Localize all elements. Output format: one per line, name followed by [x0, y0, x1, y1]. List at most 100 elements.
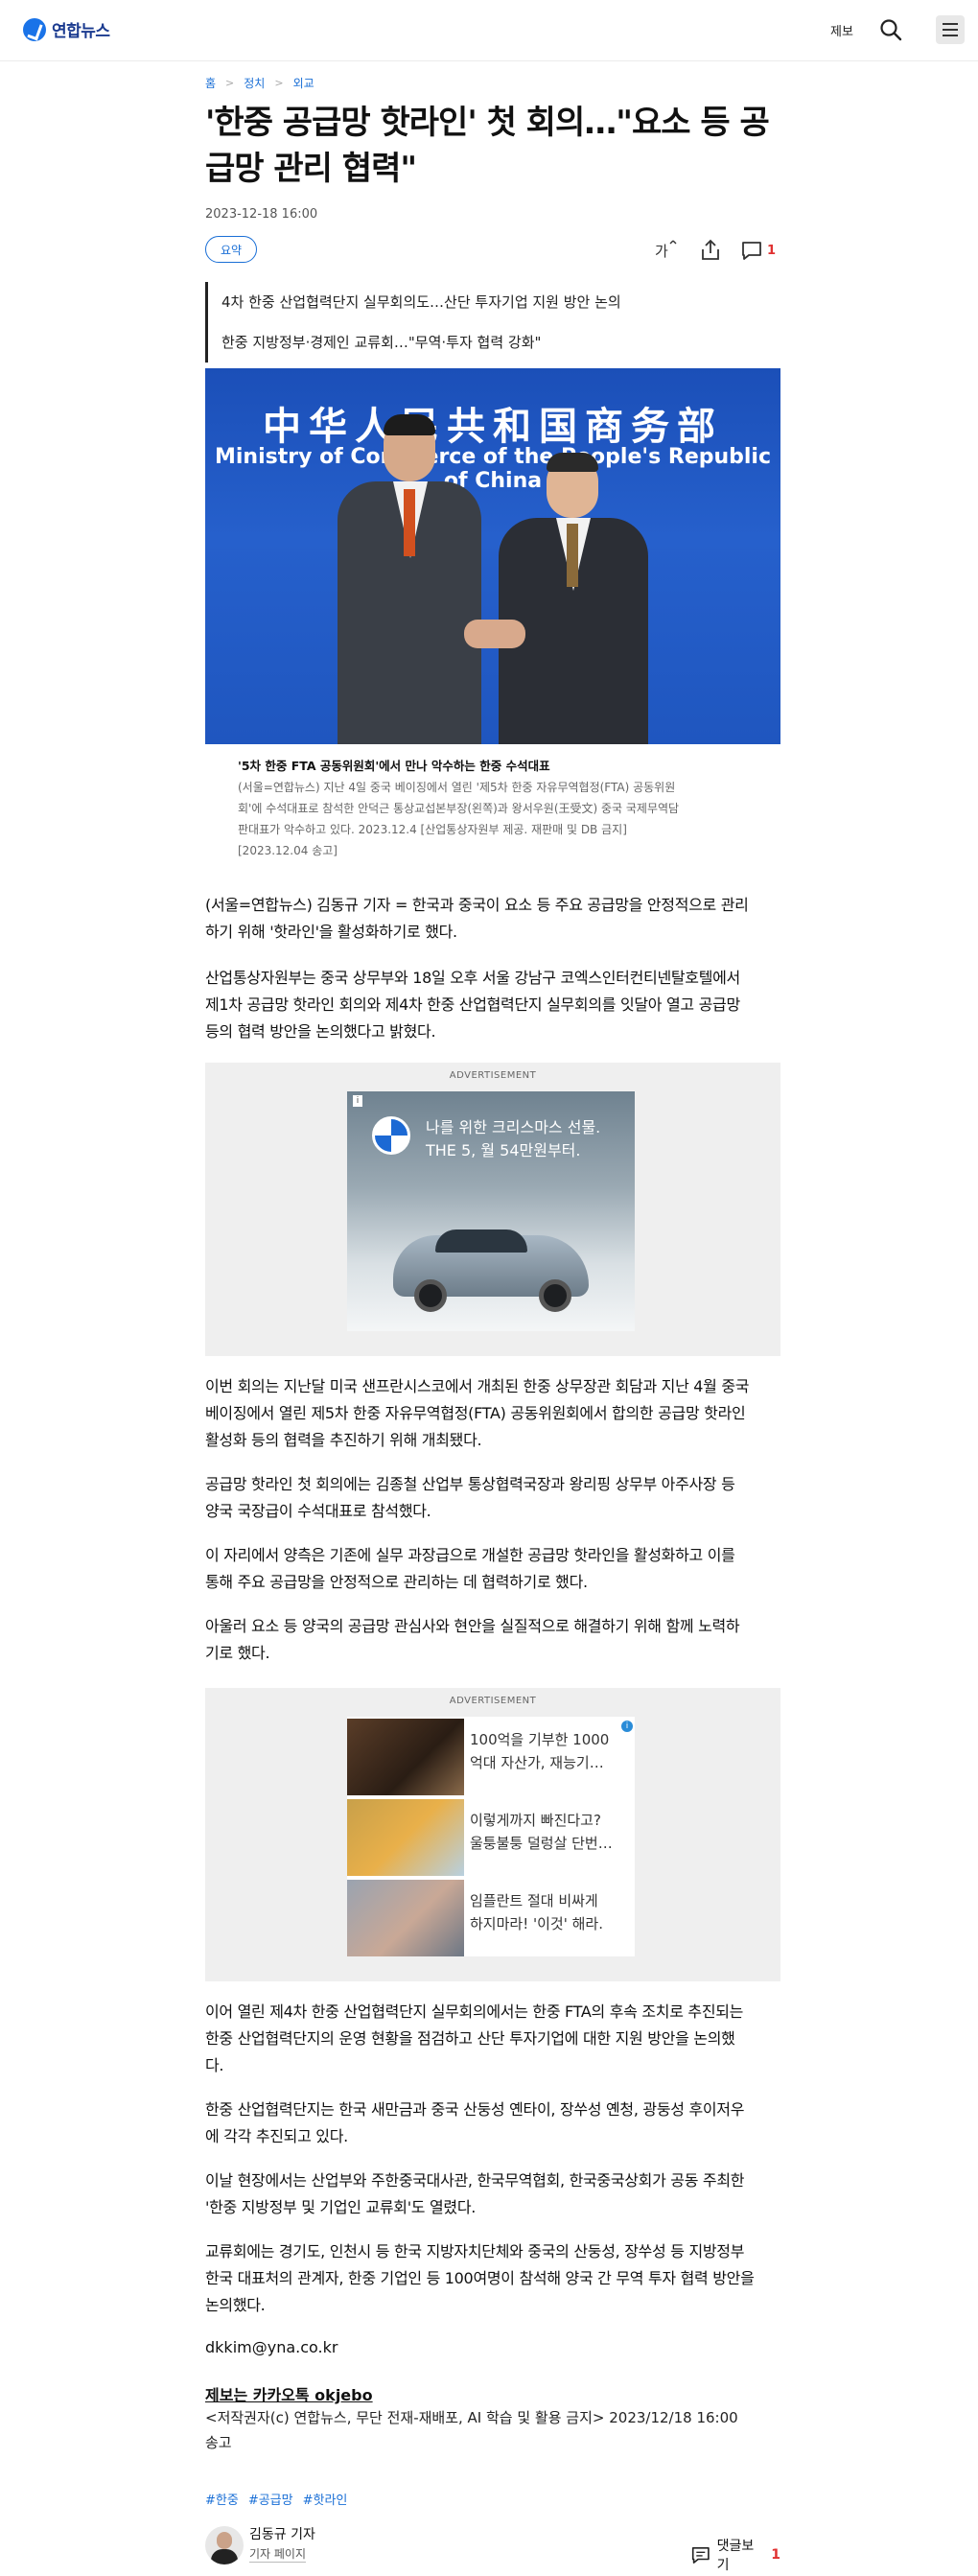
chevron-right-icon: > — [274, 77, 284, 89]
copyright-notice: <저작권자(c) 연합뉴스, 무단 전재-재배포, AI 학습 및 활용 금지>… — [205, 2405, 780, 2455]
tie — [404, 489, 415, 556]
subhead: 한중 지방정부·경제인 교류회…"무역·투자 협력 강화" — [221, 334, 542, 351]
native-ad-item[interactable]: 이렇게까지 빠진다고? 울퉁불퉁 덜렁살 단번… — [347, 1797, 635, 1876]
ad-label: ADVERTISEMENT — [449, 1696, 537, 1706]
paragraph-line: 산업통상자원부는 중국 상무부와 18일 오후 서울 강남구 코엑스인터컨티넨탈… — [205, 969, 740, 987]
paragraph-line: 제1차 공급망 핫라인 회의와 제4차 한중 산업협력단지 실무회의를 잇달아 … — [205, 995, 740, 1014]
paragraph-line: 한중 산업협력단지의 운영 현황을 점검하고 산단 투자기업에 대한 지원 방안… — [205, 2029, 735, 2048]
article-paragraph: 이어 열린 제4차 한중 산업협력단지 실무회의에서는 한중 FTA의 후속 조… — [205, 1999, 780, 2079]
photo-banner-english: Ministry of Commerce of the People's Rep… — [214, 445, 772, 493]
ad-subline: THE 5, 월 54만원부터. — [426, 1141, 581, 1159]
paragraph-line: 이 자리에서 양측은 기존에 실무 과장급으로 개설한 공급망 핫라인을 활성화… — [205, 1546, 735, 1564]
reporter-page-link[interactable]: 기자 페이지 — [249, 2545, 307, 2563]
reporter-avatar[interactable] — [205, 2526, 244, 2564]
kakao-tip-link[interactable]: 제보는 카카오톡 okjebo — [205, 2382, 780, 2405]
car-wheel — [414, 1279, 447, 1312]
article-title-line: '한중 공급망 핫라인' 첫 회의…"요소 등 공 — [205, 104, 770, 142]
ad-text-line: 억대 자산가, 재능기… — [470, 1754, 604, 1771]
reporter-card: 김동규 기자 기자 페이지 댓글보기 1 — [205, 2522, 780, 2574]
caption-line: 판대표가 악수하고 있다. 2023.12.4 [산업통상자원부 제공. 재판매… — [238, 823, 627, 836]
comment-button[interactable]: 1 — [740, 238, 782, 263]
article-title-line: 급망 관리 협력" — [205, 150, 417, 188]
article-paragraph: 이 자리에서 양측은 기존에 실무 과장급으로 개설한 공급망 핫라인을 활성화… — [205, 1542, 780, 1596]
site-header: 연합뉴스 제보 — [0, 0, 978, 61]
logo-text: 연합뉴스 — [52, 22, 110, 41]
article-paragraph: (서울=연합뉴스) 김동규 기자 = 한국과 중국이 요소 등 주요 공급망을 … — [205, 892, 780, 946]
ad-info-icon[interactable]: i — [353, 1095, 362, 1107]
ad-text-line: 울퉁불퉁 덜렁살 단번… — [470, 1835, 613, 1852]
breadcrumb-politics[interactable]: 정치 — [244, 75, 265, 91]
paragraph-line: 이번 회의는 지난달 미국 샌프란시스코에서 개최된 한중 상무장관 회담과 지… — [205, 1377, 750, 1395]
paragraph-line: 논의했다. — [205, 2296, 266, 2314]
article-subheads: 4차 한중 산업협력단지 실무회의도…산단 투자기업 지원 방안 논의 한중 지… — [205, 282, 780, 363]
photo-banner-chinese: 中华人民共和国商务部 — [263, 405, 723, 449]
article-photo[interactable]: 中华人民共和国商务部 Ministry of Commerce of the P… — [205, 368, 780, 744]
tag[interactable]: #한중 — [205, 2490, 239, 2508]
caption-line: [2023.12.04 송고] — [238, 844, 338, 857]
ad-text-line: 임플란트 절대 비싸게 — [470, 1892, 598, 1909]
photo-caption: '5차 한중 FTA 공동위원회'에서 만나 악수하는 한중 수석대표 (서울=… — [238, 756, 750, 861]
hair — [384, 414, 435, 435]
breadcrumb-diplomacy[interactable]: 외교 — [293, 75, 314, 91]
copyright-line: 송고 — [205, 2434, 232, 2451]
caption-line: (서울=연합뉴스) 지난 4일 중국 베이징에서 열린 '제5차 한중 자유무역… — [238, 781, 676, 794]
site-logo[interactable]: 연합뉴스 — [23, 17, 110, 41]
breadcrumb-home[interactable]: 홈 — [205, 75, 216, 91]
tag[interactable]: #핫라인 — [303, 2490, 348, 2508]
native-ad-item[interactable]: 100억을 기부한 1000 억대 자산가, 재능기… — [347, 1717, 635, 1795]
article-date: 2023-12-18 16:00 — [205, 207, 318, 222]
article-paragraph: 산업통상자원부는 중국 상무부와 18일 오후 서울 강남구 코엑스인터컨티넨탈… — [205, 965, 780, 1045]
paragraph-line: 교류회에는 경기도, 인천시 등 한국 지방자치단체와 중국의 산둥성, 장쑤성… — [205, 2242, 745, 2260]
comment-icon — [742, 242, 761, 260]
view-comments-button[interactable]: 댓글보기 1 — [690, 2536, 780, 2574]
comment-count: 1 — [771, 2547, 780, 2563]
font-size-icon: 가 — [655, 240, 677, 260]
paragraph-line: 이날 현장에서는 산업부와 주한중국대사관, 한국무역협회, 한국중국상회가 공… — [205, 2171, 745, 2190]
reporter-email[interactable]: dkkim@yna.co.kr — [205, 2338, 780, 2356]
ad-thumbnail — [347, 1880, 464, 1956]
article-paragraph: 공급망 핫라인 첫 회의에는 김종철 산업부 통상협력국장과 왕리핑 상무부 아… — [205, 1471, 780, 1525]
article-title: '한중 공급망 핫라인' 첫 회의…"요소 등 공 급망 관리 협력" — [205, 100, 780, 192]
car-wheel — [539, 1279, 571, 1312]
report-link[interactable]: 제보 — [830, 21, 853, 39]
paragraph-line: 한중 산업협력단지는 한국 새만금과 중국 산둥성 옌타이, 장쑤성 옌청, 광… — [205, 2100, 745, 2119]
chevron-right-icon: > — [225, 77, 235, 89]
menu-icon[interactable] — [936, 15, 965, 44]
share-button[interactable] — [698, 238, 723, 263]
paragraph-line: 베이징에서 열린 제5차 한중 자유무역협정(FTA) 공동위원회에서 합의한 … — [205, 1404, 746, 1422]
paragraph-line: 양국 국장급이 수석대표로 참석했다. — [205, 1502, 431, 1520]
font-size-button[interactable]: 가 — [652, 238, 677, 263]
reporter-name[interactable]: 김동규 기자 — [249, 2524, 315, 2543]
paragraph-line: 아울러 요소 등 양국의 공급망 관심사와 현안을 실질적으로 해결하기 위해 … — [205, 1617, 740, 1635]
native-ad-item[interactable]: 임플란트 절대 비싸게 하지마라! '이것' 해라. — [347, 1878, 635, 1956]
advertisement-2[interactable]: ADVERTISEMENT i 100억을 기부한 1000 억대 자산가, 재… — [205, 1688, 780, 1981]
ad-label: ADVERTISEMENT — [449, 1070, 537, 1081]
paragraph-line: 등의 협력 방안을 논의했다고 밝혔다. — [205, 1022, 436, 1041]
article-paragraph: 한중 산업협력단지는 한국 새만금과 중국 산둥성 옌타이, 장쑤성 옌청, 광… — [205, 2096, 780, 2150]
article-paragraph: 아울러 요소 등 양국의 공급망 관심사와 현안을 실질적으로 해결하기 위해 … — [205, 1613, 780, 1667]
article-paragraph: 이날 현장에서는 산업부와 주한중국대사관, 한국무역협회, 한국중국상회가 공… — [205, 2167, 780, 2221]
summary-button[interactable]: 요약 — [205, 236, 257, 263]
comment-icon — [691, 2546, 710, 2564]
hair — [547, 453, 598, 472]
tie — [567, 524, 578, 587]
caption-line: 회'에 수석대표로 참석한 안덕근 통상교섭본부장(왼쪽)과 왕서우원(王受文)… — [238, 802, 680, 815]
svg-text:가: 가 — [655, 243, 668, 260]
paragraph-line: 활성화 등의 협력을 추진하기 위해 개최됐다. — [205, 1431, 482, 1449]
ad-item-text: 임플란트 절대 비싸게 하지마라! '이것' 해라. — [470, 1889, 631, 1935]
subhead: 4차 한중 산업협력단지 실무회의도…산단 투자기업 지원 방안 논의 — [221, 293, 621, 311]
caption-title: '5차 한중 FTA 공동위원회'에서 만나 악수하는 한중 수석대표 — [238, 759, 550, 773]
paragraph-line: 에 각각 추진되고 있다. — [205, 2127, 348, 2145]
ad-item-text: 100억을 기부한 1000 억대 자산가, 재능기… — [470, 1728, 631, 1774]
search-icon[interactable] — [878, 17, 903, 42]
advertisement-1[interactable]: ADVERTISEMENT i 나를 위한 크리스마스 선물. THE 5, 월… — [205, 1063, 780, 1356]
tag[interactable]: #공급망 — [248, 2490, 293, 2508]
car-window — [435, 1229, 527, 1253]
paragraph-line: 한국 대표처의 관계자, 한중 기업인 등 100여명이 참석해 양국 간 무역… — [205, 2269, 755, 2287]
breadcrumb: 홈 > 정치 > 외교 — [205, 75, 780, 91]
native-ad-list: i 100억을 기부한 1000 억대 자산가, 재능기… 이렇게까지 빠진다고… — [347, 1717, 635, 1956]
bmw-ad-image[interactable]: i 나를 위한 크리스마스 선물. THE 5, 월 54만원부터. — [347, 1091, 635, 1331]
paragraph-line: 공급망 핫라인 첫 회의에는 김종철 산업부 통상협력국장과 왕리핑 상무부 아… — [205, 1475, 735, 1493]
paragraph-line: 기로 했다. — [205, 1644, 270, 1662]
view-comments-label: 댓글보기 — [716, 2539, 755, 2573]
